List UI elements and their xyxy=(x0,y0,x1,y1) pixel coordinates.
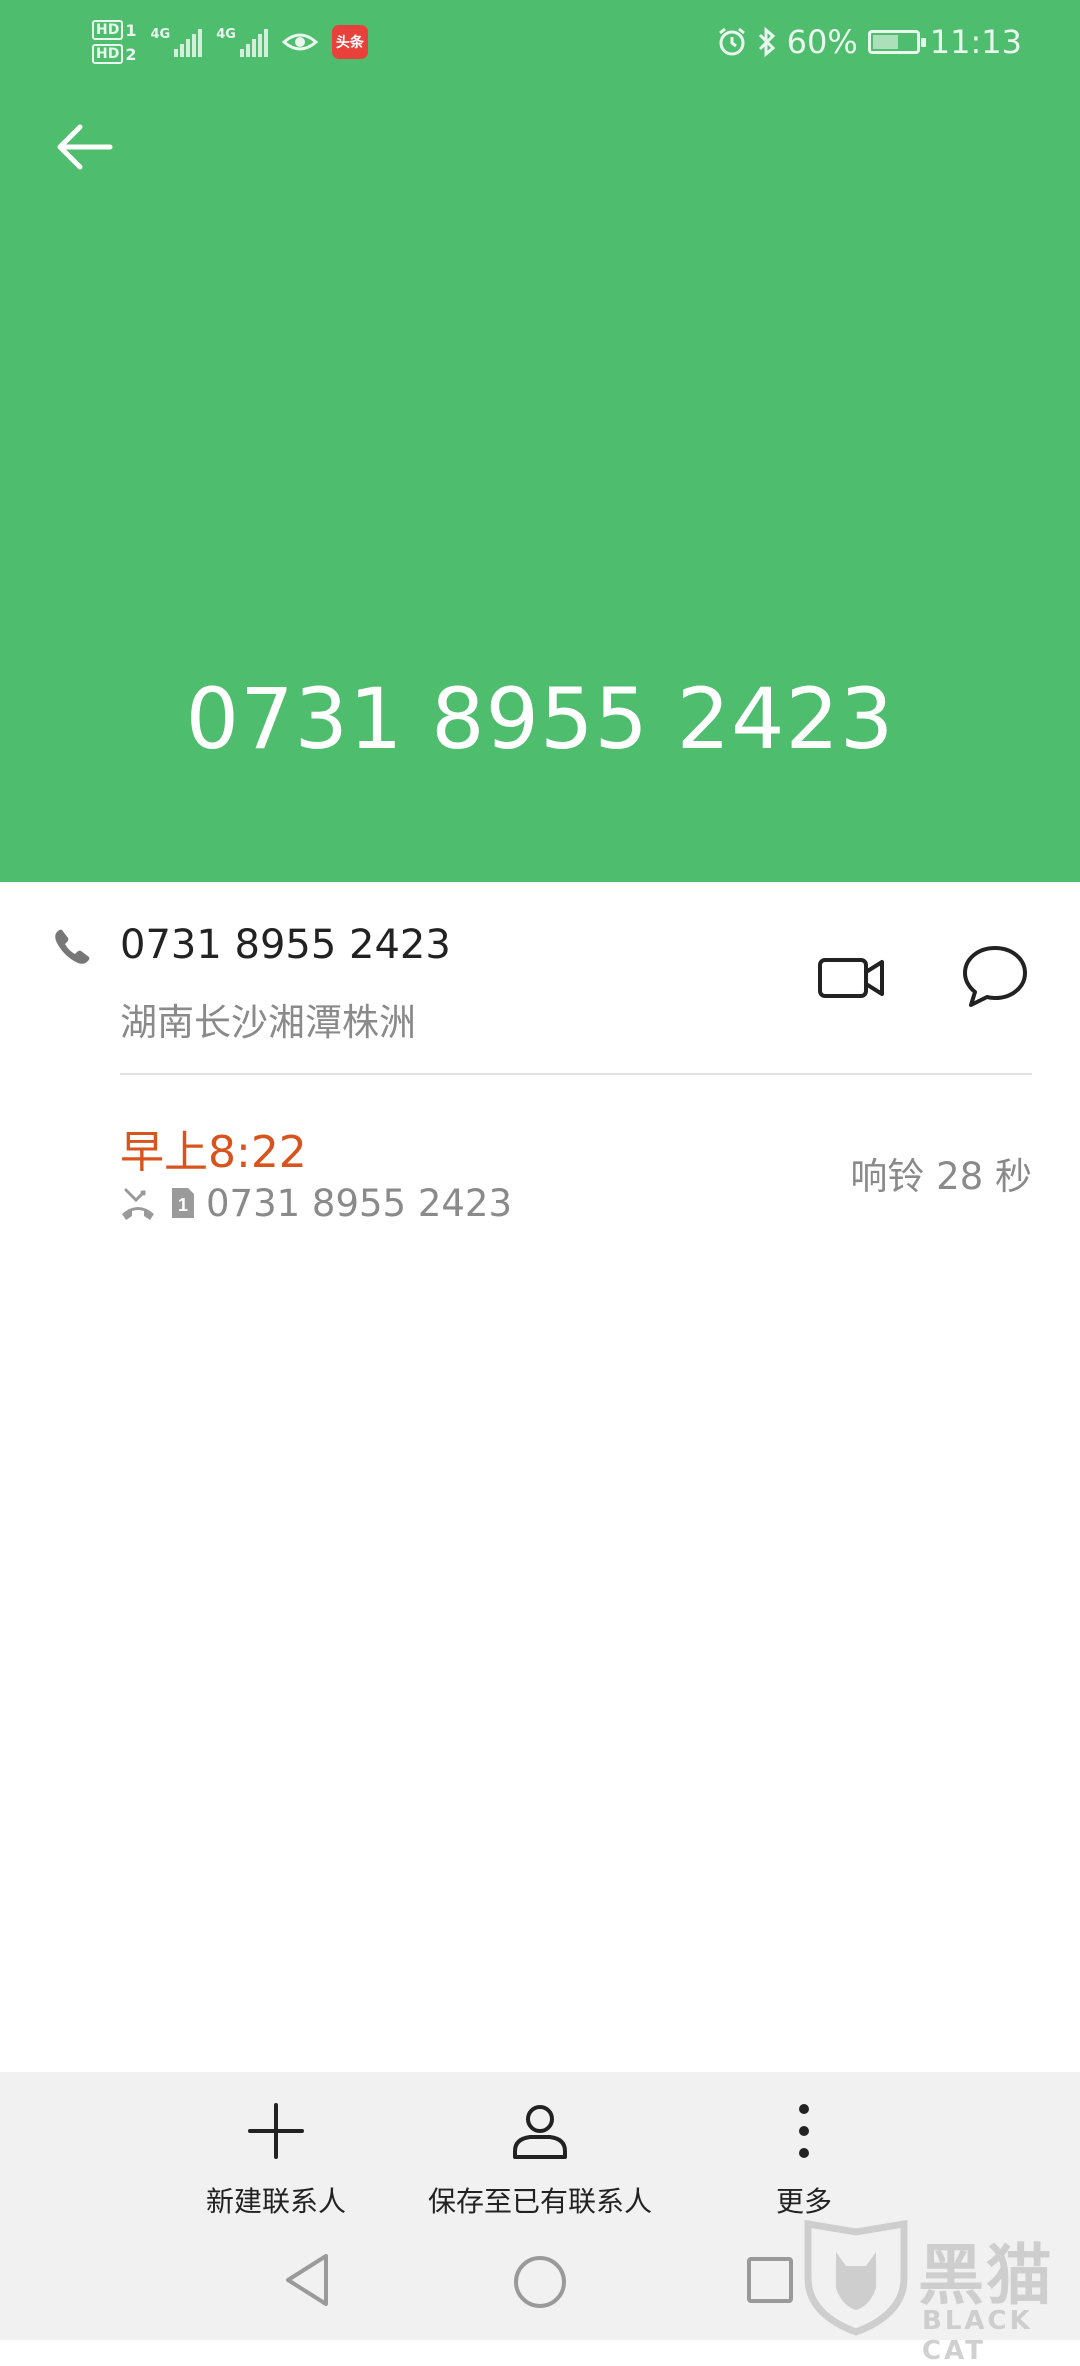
toutiao-app-icon: 头条 xyxy=(331,25,368,59)
hd-sim1: HD 1 xyxy=(92,20,136,40)
call-time: 早上8:22 xyxy=(120,1127,307,1178)
sim-card-icon: 1 xyxy=(172,1188,194,1218)
call-number: 0731 8955 2423 xyxy=(206,1182,513,1225)
caller-header: HD 1 HD 2 4G 4G 头条 60% 11:13 0731 8955 2… xyxy=(0,0,1080,882)
alarm-icon xyxy=(718,27,745,56)
status-left: HD 1 HD 2 4G 4G 头条 xyxy=(92,12,368,72)
watermark-brand-en: BLACK CAT xyxy=(922,2306,1033,2366)
signal-icon-sim1: 4G xyxy=(150,27,203,57)
eye-icon xyxy=(281,33,318,51)
bluetooth-icon xyxy=(758,26,775,58)
nav-home-icon[interactable] xyxy=(512,2254,568,2310)
phone-icon xyxy=(55,929,90,964)
signal-icon-sim2: 4G xyxy=(216,27,268,57)
plus-icon xyxy=(241,2096,311,2166)
more-vert-icon xyxy=(769,2096,839,2166)
person-icon xyxy=(505,2096,575,2166)
nav-back-icon[interactable] xyxy=(282,2252,332,2308)
caller-number: 0731 8955 2423 xyxy=(185,670,895,768)
watermark: 黑猫 BLACK CAT xyxy=(800,2218,1080,2366)
message-icon[interactable] xyxy=(960,942,1030,1012)
battery-icon xyxy=(867,30,926,54)
clock: 11:13 xyxy=(929,23,1022,61)
call-log-entry[interactable]: 早上8:22 1 0731 8955 2423 响铃 28 秒 xyxy=(0,1076,1080,1256)
number-location: 湖南长沙湘潭株洲 xyxy=(120,1001,416,1044)
divider xyxy=(120,1073,1032,1075)
cat-shield-icon xyxy=(804,2219,908,2336)
hd-sim2: HD 2 xyxy=(92,44,136,64)
nav-recent-icon[interactable] xyxy=(746,2256,794,2304)
ring-duration: 响铃 28 秒 xyxy=(850,1155,1032,1198)
back-arrow-icon[interactable] xyxy=(50,112,120,182)
number-row[interactable]: 0731 8955 2423 湖南长沙湘潭株洲 xyxy=(0,882,1080,1074)
video-call-icon[interactable] xyxy=(816,950,886,1006)
contact-number: 0731 8955 2423 xyxy=(120,922,451,968)
watermark-brand: 黑猫 xyxy=(918,2237,1054,2314)
hd-indicators: HD 1 HD 2 xyxy=(92,20,136,64)
status-bar: HD 1 HD 2 4G 4G 头条 60% 11:13 xyxy=(0,0,1080,84)
battery-percent: 60% xyxy=(786,23,858,61)
svg-text:1: 1 xyxy=(178,1195,188,1215)
status-right: 60% 11:13 xyxy=(717,14,1022,70)
missed-call-icon xyxy=(122,1188,154,1220)
